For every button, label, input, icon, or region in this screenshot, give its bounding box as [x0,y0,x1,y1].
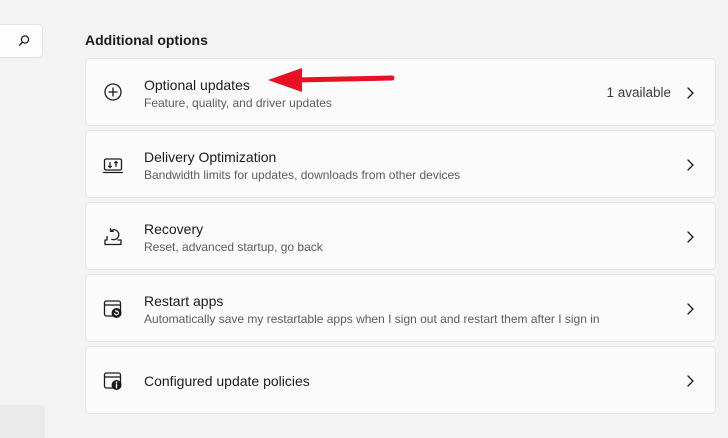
search-box[interactable] [0,24,43,58]
recovery-card[interactable]: Recovery Reset, advanced startup, go bac… [85,202,716,270]
chevron-right-icon [687,231,694,243]
delivery-optimization-icon [102,158,124,174]
option-description: Reset, advanced startup, go back [144,240,323,254]
navigation-pane [0,0,46,438]
chevron-right-icon [687,303,694,315]
delivery-optimization-card[interactable]: Delivery Optimization Bandwidth limits f… [85,130,716,198]
nav-item-partial[interactable] [0,405,45,438]
option-title: Delivery Optimization [144,149,277,165]
chevron-right-icon [687,159,694,171]
optional-updates-card[interactable]: Optional updates Feature, quality, and d… [85,58,716,126]
available-count: 1 available [606,85,671,100]
option-description: Bandwidth limits for updates, downloads … [144,168,461,182]
option-description: Feature, quality, and driver updates [144,96,332,110]
restart-apps-icon [103,300,122,318]
chevron-right-icon [687,87,694,99]
restart-apps-card[interactable]: Restart apps Automatically save my resta… [85,274,716,342]
option-title: Restart apps [144,293,224,309]
option-title: Recovery [144,221,204,237]
settings-page: Additional options Optional updates Feat… [0,0,728,438]
recovery-icon [104,227,122,246]
update-policies-card[interactable]: Configured update policies [85,346,716,414]
option-description: Automatically save my restartable apps w… [144,312,600,326]
update-policy-icon [103,372,122,390]
plus-circle-icon [104,83,122,101]
section-title: Additional options [85,32,208,48]
search-icon[interactable] [17,34,31,48]
option-title: Optional updates [144,77,250,93]
option-title: Configured update policies [144,373,310,389]
chevron-right-icon [687,375,694,387]
